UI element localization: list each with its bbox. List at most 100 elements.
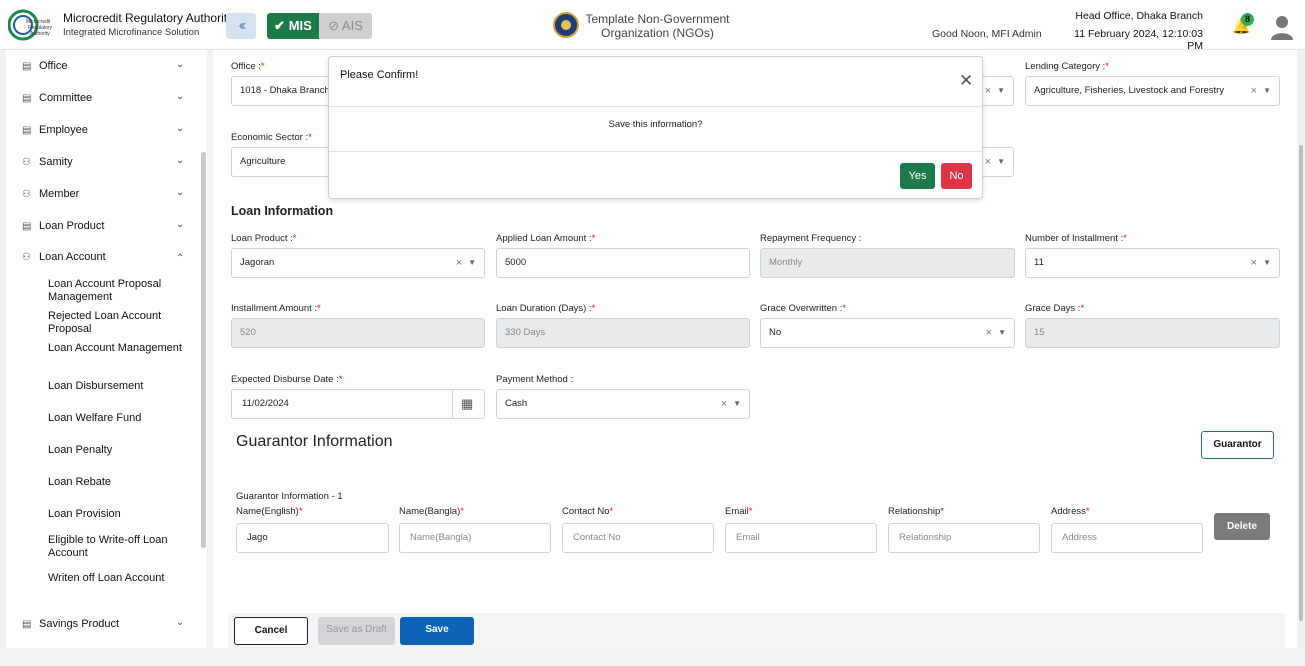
- org-subtitle: Integrated Microfinance Solution: [63, 27, 200, 38]
- sidebar-item-samity[interactable]: ⚇ Samity ⌄: [6, 153, 206, 175]
- expected-disburse-date-input[interactable]: 11/02/2024 ▦: [231, 389, 485, 419]
- sidebar-subitem[interactable]: Loan Disbursement: [48, 380, 188, 393]
- address-input[interactable]: Address: [1051, 523, 1203, 553]
- group-icon: ⚇: [22, 189, 31, 200]
- dropdown-caret-icon: ▼: [1263, 86, 1271, 95]
- branch-name: Head Office, Dhaka Branch: [1075, 10, 1203, 22]
- sidebar-scrollbar[interactable]: [201, 152, 206, 548]
- dialog-header: [329, 57, 982, 107]
- sidebar-subitem[interactable]: Loan Penalty: [48, 444, 188, 457]
- add-guarantor-button[interactable]: Guarantor: [1201, 431, 1274, 459]
- clear-icon[interactable]: ×: [1251, 77, 1257, 105]
- ban-icon: ⊘: [328, 18, 340, 33]
- clear-icon[interactable]: ×: [456, 249, 462, 277]
- dialog-message: Save this information?: [608, 119, 703, 130]
- close-icon[interactable]: ✕: [959, 72, 973, 89]
- sidebar-subitem[interactable]: Loan Account Management: [48, 342, 188, 355]
- current-datetime: 11 February 2024, 12:10:03 PM: [1074, 28, 1203, 52]
- sidebar-item-committee[interactable]: ▤ Committee ⌄: [6, 89, 206, 111]
- sidebar-item-loan-account[interactable]: ⚇ Loan Account ⌃: [6, 248, 206, 270]
- sidebar-subitem[interactable]: Rejected Loan Account Proposal: [48, 310, 188, 336]
- payment-method-label: Payment Method :: [496, 374, 574, 385]
- loan-information-title: Loan Information: [231, 204, 334, 218]
- double-chevron-left-icon: ‹‹: [238, 17, 246, 34]
- grace-overwritten-select[interactable]: No × ▼: [760, 318, 1015, 348]
- confirm-dialog: Please Confirm! ✕ Save this information?…: [328, 56, 983, 199]
- calendar-icon[interactable]: ▦: [461, 390, 473, 418]
- sidebar-subitem[interactable]: Loan Rebate: [48, 476, 188, 489]
- chevron-up-icon: ⌃: [176, 253, 185, 264]
- name-bangla-input[interactable]: Name(Bangla): [399, 523, 551, 553]
- relationship-input[interactable]: Relationship: [888, 523, 1040, 553]
- number-of-installment-label: Number of Installment :*: [1025, 233, 1127, 244]
- installment-amount-field: 520: [231, 318, 485, 348]
- ngo-seal-icon: [553, 12, 579, 38]
- chevron-down-icon: ⌄: [176, 155, 185, 166]
- mra-logo: Microcredit Regulatory Authority: [8, 9, 53, 41]
- guarantor-information-title: Guarantor Information: [236, 433, 393, 450]
- ais-toggle-button[interactable]: ⊘ AIS: [319, 13, 372, 39]
- chevron-down-icon: ⌄: [176, 59, 185, 70]
- applied-loan-amount-label: Applied Loan Amount :*: [496, 233, 596, 244]
- building-icon: ▤: [22, 619, 32, 630]
- grace-days-field: 15: [1025, 318, 1280, 348]
- loan-product-select[interactable]: Jagoran × ▼: [231, 248, 485, 278]
- chevron-down-icon: ⌄: [176, 187, 185, 198]
- group-icon: ⚇: [22, 157, 31, 168]
- email-label: Email*: [725, 506, 753, 517]
- sidebar-subitem[interactable]: Eligible to Write-off Loan Account: [48, 534, 188, 560]
- confirm-yes-button[interactable]: Yes: [900, 163, 935, 189]
- sidebar-item-member[interactable]: ⚇ Member ⌄: [6, 185, 206, 207]
- collapse-sidebar-button[interactable]: ‹‹: [226, 13, 256, 39]
- clear-icon[interactable]: ×: [721, 390, 727, 418]
- name-english-input[interactable]: Jago: [236, 523, 389, 553]
- mis-toggle-button[interactable]: ✔ MIS: [267, 13, 319, 39]
- top-bar: Microcredit Regulatory Authority Microcr…: [0, 0, 1305, 52]
- page-scrollbar[interactable]: [1299, 145, 1303, 621]
- dropdown-caret-icon: ▼: [1263, 258, 1271, 267]
- lending-category-label: Lending Category :*: [1025, 61, 1109, 72]
- dropdown-caret-icon: ▼: [997, 157, 1005, 166]
- applied-loan-amount-input[interactable]: 5000: [496, 248, 750, 278]
- user-avatar-icon[interactable]: [1270, 14, 1294, 40]
- org-name: Microcredit Regulatory Authority: [63, 11, 234, 25]
- clear-icon[interactable]: ×: [986, 319, 992, 347]
- clear-icon[interactable]: ×: [985, 77, 991, 105]
- clear-icon[interactable]: ×: [985, 148, 991, 176]
- sidebar-subitem[interactable]: Loan Account Proposal Management: [48, 278, 188, 304]
- sidebar-subitem[interactable]: Loan Provision: [48, 508, 188, 521]
- name-bangla-label: Name(Bangla)*: [399, 506, 464, 517]
- guarantor-subtitle: Guarantor Information - 1: [236, 491, 343, 502]
- greeting-text: Good Noon, MFI Admin: [932, 28, 1042, 40]
- chevron-down-icon: ⌄: [176, 617, 185, 628]
- office-label: Office :*: [231, 61, 265, 72]
- clear-icon[interactable]: ×: [1251, 249, 1257, 277]
- building-icon: ▤: [22, 125, 32, 136]
- cancel-button[interactable]: Cancel: [234, 617, 308, 645]
- contact-no-input[interactable]: Contact No: [562, 523, 714, 553]
- number-of-installment-select[interactable]: 11 × ▼: [1025, 248, 1280, 278]
- email-input[interactable]: Email: [725, 523, 877, 553]
- sidebar-subitem[interactable]: Writen off Loan Account: [48, 572, 188, 585]
- svg-text:Authority: Authority: [30, 31, 50, 37]
- save-as-draft-button[interactable]: Save as Draft: [318, 617, 395, 645]
- sidebar-item-employee[interactable]: ▤ Employee ⌄: [6, 121, 206, 143]
- sidebar-item-loan-product[interactable]: ▤ Loan Product ⌄: [6, 217, 206, 239]
- check-circle-icon: ✔: [274, 18, 286, 33]
- chevron-down-icon: ⌄: [176, 219, 185, 230]
- sidebar-item-savings-product[interactable]: ▤ Savings Product ⌄: [6, 615, 206, 637]
- economic-sector-label: Economic Sector :*: [231, 132, 312, 143]
- building-icon: ▤: [22, 61, 32, 72]
- chevron-down-icon: ⌄: [176, 123, 185, 134]
- sidebar-subitem[interactable]: Loan Welfare Fund: [48, 412, 188, 425]
- notification-badge: 8: [1241, 13, 1254, 26]
- lending-category-select[interactable]: Agriculture, Fisheries, Livestock and Fo…: [1025, 76, 1280, 106]
- sidebar-item-office[interactable]: ▤ Office ⌄: [6, 57, 206, 79]
- dropdown-caret-icon: ▼: [997, 86, 1005, 95]
- confirm-no-button[interactable]: No: [941, 163, 972, 189]
- building-icon: ▤: [22, 93, 32, 104]
- save-button[interactable]: Save: [400, 617, 474, 645]
- delete-guarantor-button[interactable]: Delete: [1214, 513, 1270, 540]
- building-icon: ▤: [22, 221, 32, 232]
- payment-method-select[interactable]: Cash × ▼: [496, 389, 750, 419]
